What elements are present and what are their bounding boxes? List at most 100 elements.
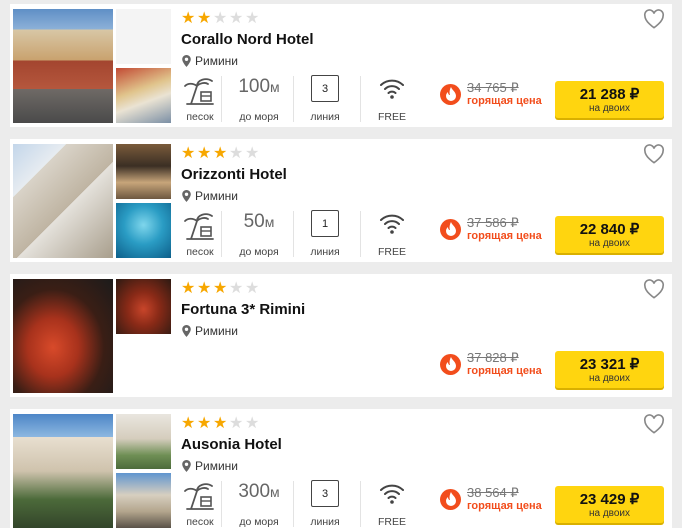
star-icon: ★ [245,143,260,162]
hotel-photo-thumb[interactable] [116,203,171,258]
old-price: 38 564 ₽ [467,485,519,500]
heart-icon[interactable] [643,414,665,434]
sea-label: до моря [239,516,279,528]
star-icon: ★ [245,278,260,297]
star-rating: ★ ★ ★ ★ ★ [181,413,260,432]
divider [360,211,361,257]
price-value: 21 288 ₽ [579,85,640,103]
star-icon: ★ [197,278,212,297]
divider [221,76,222,122]
beach-line-feature: 3 линия [305,479,345,528]
hotel-card[interactable]: ★ ★ ★ ★ ★ Ausonia Hotel Римини песок 300м до… [10,409,672,528]
old-price: 37 586 ₽ [467,215,519,230]
divider [221,481,222,527]
price-note: на двоих [588,237,631,249]
star-icon: ★ [213,8,228,27]
hotel-photo-thumb[interactable] [116,473,171,528]
hotel-name[interactable]: Orizzonti Hotel [181,166,287,183]
star-icon: ★ [181,413,196,432]
sea-label: до моря [239,111,279,123]
heart-icon[interactable] [643,9,665,29]
sea-distance-value: 100 [238,76,271,97]
hotel-photo-thumb[interactable] [116,414,171,469]
wifi-label: FREE [377,516,406,528]
hot-price-block: 37 828 ₽ горящая цена [440,351,542,378]
sea-distance-value: 300 [238,481,271,502]
star-icon: ★ [197,8,212,27]
price-note: на двоих [588,102,631,114]
distance-to-sea: 50м до моря [231,209,287,259]
wifi-feature: FREE [374,209,410,259]
wifi-feature: FREE [374,479,410,528]
heart-icon[interactable] [643,144,665,164]
hotel-photo-main[interactable] [13,9,113,123]
hot-price-block: 38 564 ₽ горящая цена [440,486,542,513]
heart-icon[interactable] [643,279,665,299]
star-icon: ★ [229,278,244,297]
star-icon: ★ [181,143,196,162]
price-button[interactable]: 23 429 ₽ на двоих [555,486,664,523]
star-icon: ★ [213,143,228,162]
sea-distance-unit: м [270,484,280,500]
sea-label: до моря [239,246,279,258]
hotel-location: Римини [182,459,238,473]
star-icon: ★ [213,413,228,432]
map-pin-icon [182,190,191,202]
hotel-photos[interactable] [13,9,171,123]
star-icon: ★ [229,8,244,27]
hotel-card[interactable]: ★ ★ ★ ★ ★ Fortuna 3* Rimini Римини 37 828 ₽ … [10,274,672,397]
divider [360,76,361,122]
price-button[interactable]: 21 288 ₽ на двоих [555,81,664,118]
hotel-photo-thumb[interactable] [116,144,171,199]
sea-distance-value: 50 [243,211,265,232]
hotel-photos[interactable] [13,279,171,393]
sand-label: песок [186,111,214,123]
price-note: на двоих [588,507,631,519]
hotel-photo-thumb[interactable] [116,279,171,334]
beach-umbrella-icon [184,483,214,510]
divider [293,481,294,527]
hotel-name[interactable]: Fortuna 3* Rimini [181,301,305,318]
hotel-city: Римини [195,324,238,338]
hotel-photo-main[interactable] [13,279,113,393]
wifi-icon [380,79,404,99]
hotel-location: Римини [182,189,238,203]
hot-price-label: горящая цена [467,230,542,242]
hotel-name[interactable]: Corallo Nord Hotel [181,31,314,48]
old-price: 37 828 ₽ [467,350,519,365]
divider [293,76,294,122]
hotel-card[interactable]: ★ ★ ★ ★ ★ Corallo Nord Hotel Римини песок 10… [10,4,672,127]
star-icon: ★ [181,278,196,297]
wifi-feature: FREE [374,74,410,124]
price-value: 22 840 ₽ [579,220,640,238]
hotel-city: Римини [195,189,238,203]
beach-umbrella-icon [184,78,214,105]
sand-label: песок [186,246,214,258]
sand-label: песок [186,516,214,528]
beach-line-feature: 1 линия [305,209,345,259]
line-label: линия [310,516,340,528]
hotel-name[interactable]: Ausonia Hotel [181,436,282,453]
hotel-photos[interactable] [13,144,171,258]
wifi-label: FREE [377,111,406,123]
hotel-photo-thumb[interactable] [116,9,171,64]
line-label: линия [310,111,340,123]
old-price: 34 765 ₽ [467,80,519,95]
hotel-photo-main[interactable] [13,414,113,528]
hotel-photos[interactable] [13,414,171,528]
hot-price-block: 37 586 ₽ горящая цена [440,216,542,243]
divider [221,211,222,257]
hotel-photo-thumb[interactable] [116,68,171,123]
star-icon: ★ [245,413,260,432]
beach-sand-feature: песок [182,479,218,528]
hotel-card[interactable]: ★ ★ ★ ★ ★ Orizzonti Hotel Римини песок 50м д… [10,139,672,262]
price-button[interactable]: 23 321 ₽ на двоих [555,351,664,388]
hotel-location: Римини [182,54,238,68]
price-button[interactable]: 22 840 ₽ на двоих [555,216,664,253]
divider [293,211,294,257]
sea-distance-unit: м [264,214,275,230]
hotel-photo-main[interactable] [13,144,113,258]
star-icon: ★ [245,8,260,27]
star-icon: ★ [197,143,212,162]
price-value: 23 321 ₽ [579,355,640,373]
